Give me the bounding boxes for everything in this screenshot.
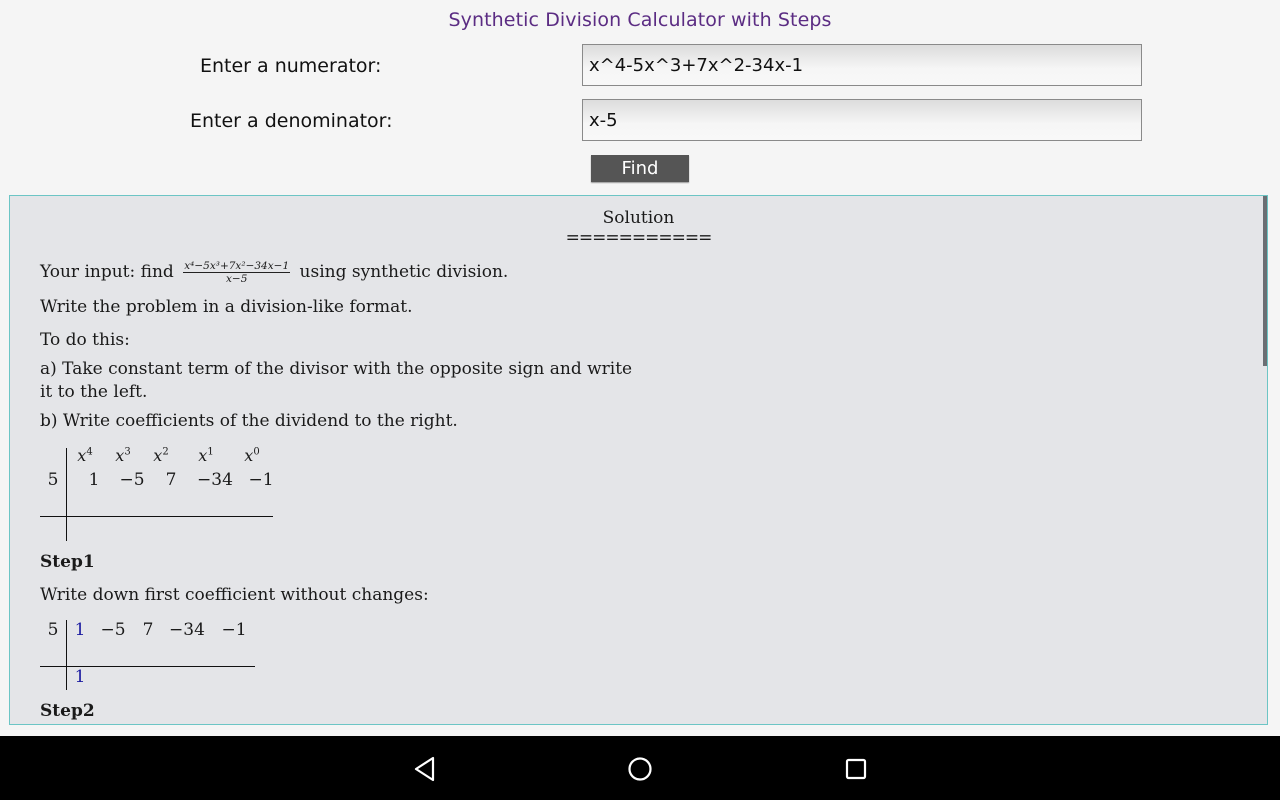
solution-panel: Solution =========== Your input: find x⁴… xyxy=(9,195,1268,725)
power-base: x xyxy=(244,446,254,465)
division-table-initial: 5 x4 x3 x2 x1 x0 1 −5 7 −34 −1 xyxy=(40,446,274,542)
coefficient-cell: −5 xyxy=(119,470,145,490)
power-header: x2 xyxy=(141,446,181,465)
solution-underline: =========== xyxy=(565,228,713,248)
result-cell-highlighted: 1 xyxy=(74,667,86,687)
power-exp: 1 xyxy=(207,446,214,458)
input-fraction: x⁴−5x³+7x²−34x−1 x−5 xyxy=(183,260,291,285)
numerator-input[interactable] xyxy=(582,44,1142,86)
coefficient-cell: −5 xyxy=(100,620,126,640)
input-prefix: Your input: find xyxy=(40,262,174,282)
power-exp: 2 xyxy=(162,446,169,458)
coefficient-cell: −1 xyxy=(221,620,247,640)
coefficient-cell: −1 xyxy=(248,470,274,490)
coefficient-cell: 7 xyxy=(165,470,177,490)
coefficient-cell: 7 xyxy=(142,620,154,640)
step-b-text: b) Write coefficients of the dividend to… xyxy=(40,411,458,431)
home-icon[interactable] xyxy=(625,754,655,784)
denominator-input[interactable] xyxy=(582,99,1142,141)
fraction-denominator: x−5 xyxy=(225,273,248,285)
fraction-numerator: x⁴−5x³+7x²−34x−1 xyxy=(183,260,291,273)
power-base: x xyxy=(198,446,208,465)
back-icon[interactable] xyxy=(410,754,440,784)
power-base: x xyxy=(77,446,87,465)
coefficient-cell: −34 xyxy=(169,620,205,640)
power-header: x1 xyxy=(186,446,226,465)
android-navigation-bar xyxy=(0,736,1280,800)
power-exp: 3 xyxy=(124,446,131,458)
step1-text: Write down first coefficient without cha… xyxy=(40,585,429,605)
input-suffix: using synthetic division. xyxy=(299,262,509,282)
division-table-step1: 5 1 −5 7 −34 −1 1 xyxy=(40,616,256,696)
solution-title: Solution xyxy=(602,208,675,228)
power-exp: 0 xyxy=(253,446,260,458)
coefficient-cell: 1 xyxy=(88,470,100,490)
find-button[interactable]: Find xyxy=(591,155,689,182)
step2-heading: Step2 xyxy=(40,701,95,721)
power-base: x xyxy=(153,446,163,465)
step1-heading: Step1 xyxy=(40,552,95,572)
table-horizontal-line xyxy=(40,516,273,517)
app-title: Synthetic Division Calculator with Steps xyxy=(448,9,832,31)
numerator-label: Enter a numerator: xyxy=(200,55,382,77)
divisor-value: 5 xyxy=(47,470,59,490)
recents-icon[interactable] xyxy=(841,754,871,784)
power-exp: 4 xyxy=(86,446,93,458)
coefficient-cell: −34 xyxy=(197,470,233,490)
power-header: x4 xyxy=(65,446,105,465)
power-base: x xyxy=(115,446,125,465)
power-header: x3 xyxy=(103,446,143,465)
todo-text: To do this: xyxy=(40,330,130,350)
power-header: x0 xyxy=(232,446,272,465)
step-a-text-continued: it to the left. xyxy=(40,382,148,402)
denominator-label: Enter a denominator: xyxy=(190,110,393,132)
input-summary: Your input: find x⁴−5x³+7x²−34x−1 x−5 us… xyxy=(40,260,508,285)
step-a-text: a) Take constant term of the divisor wit… xyxy=(40,359,633,379)
write-format-text: Write the problem in a division-like for… xyxy=(40,297,413,317)
